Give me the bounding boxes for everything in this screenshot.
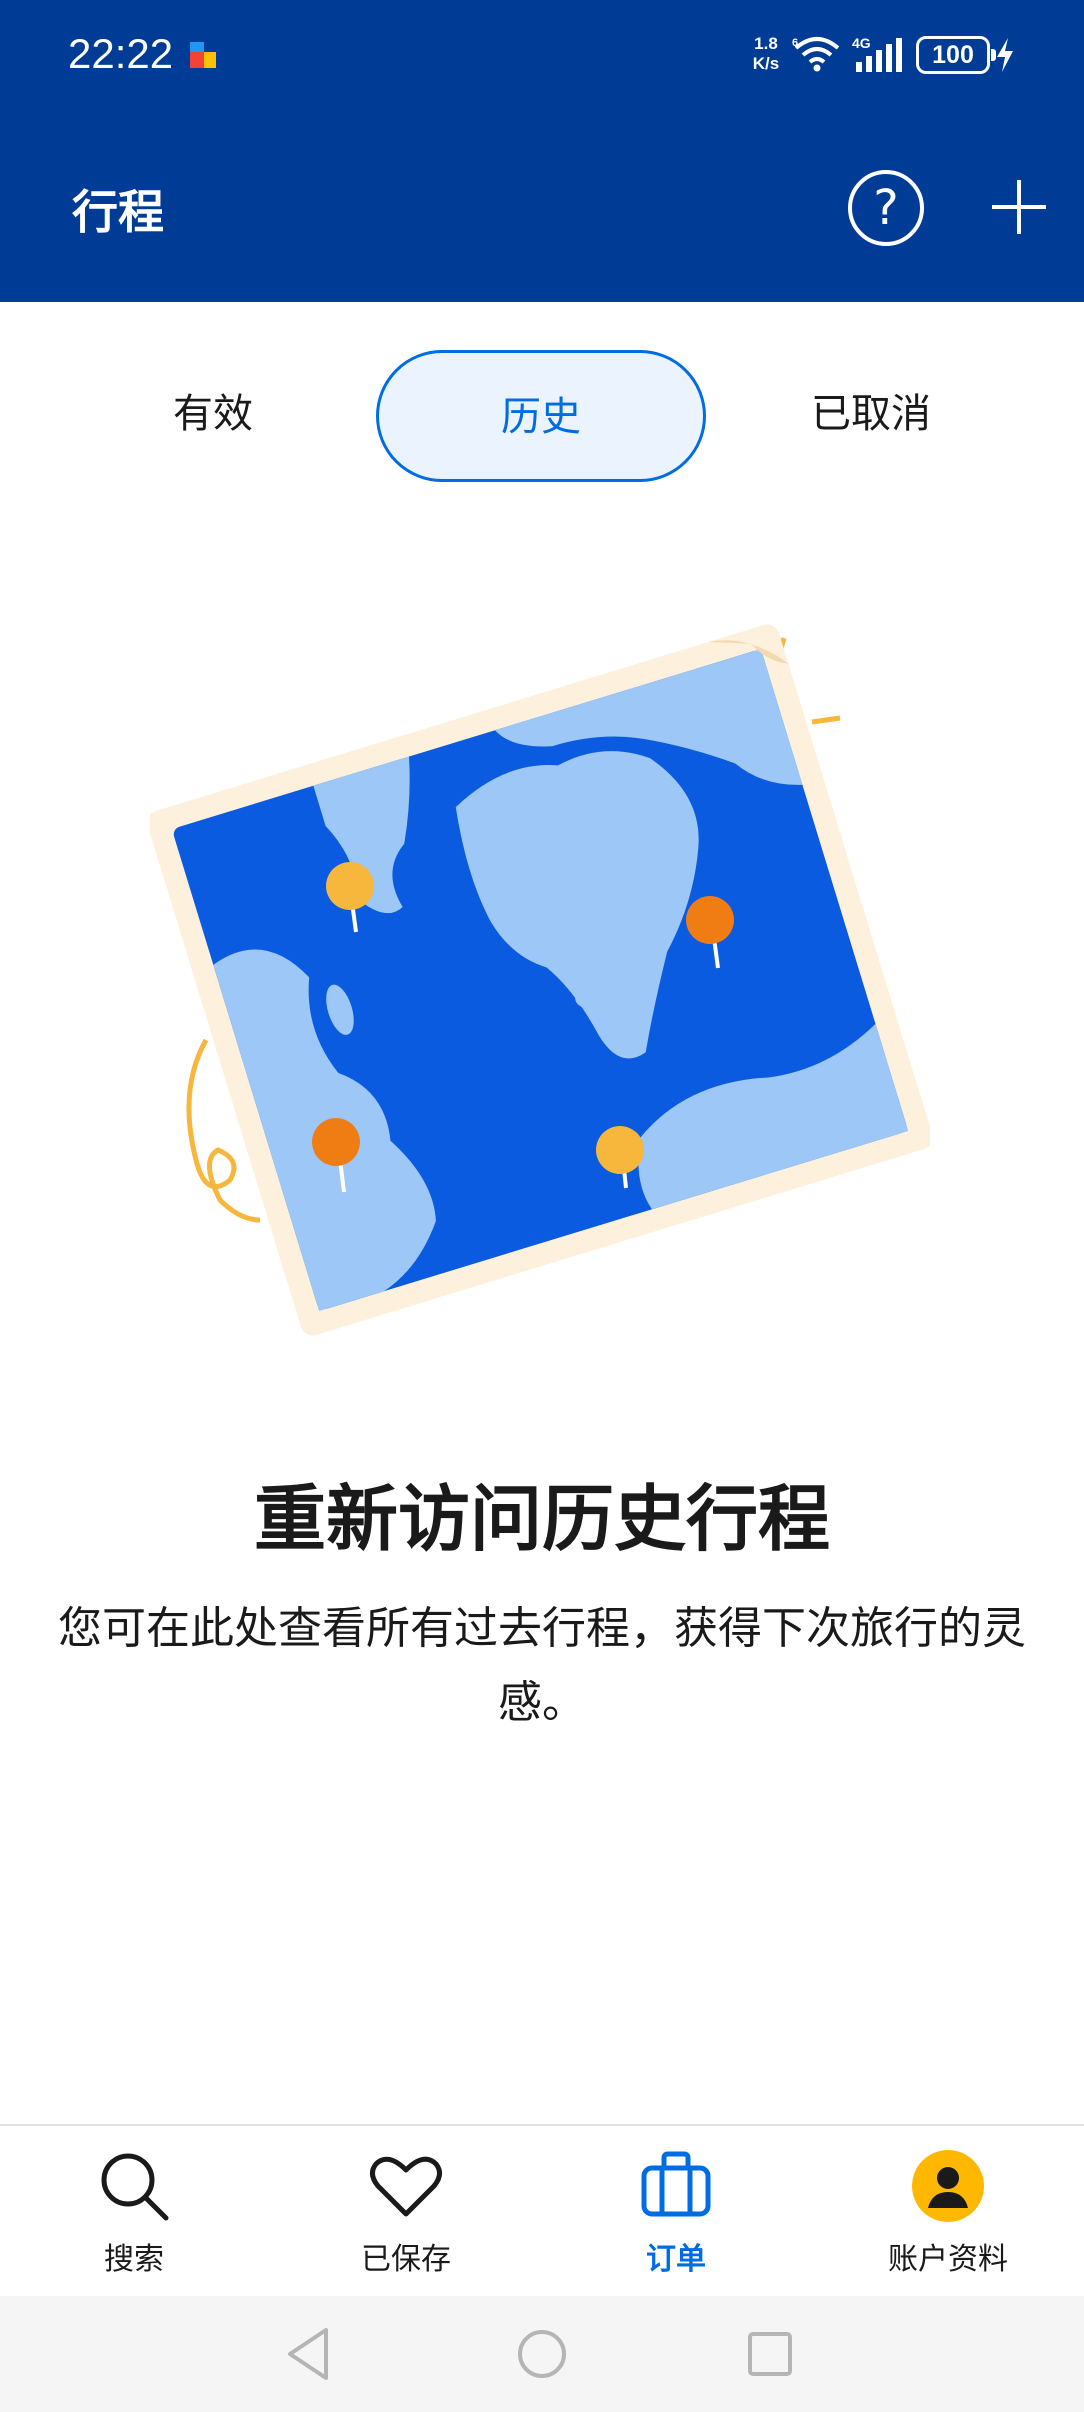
user-icon xyxy=(928,2167,968,2208)
charging-bolt-icon xyxy=(997,38,1013,72)
cellular-signal-icon: 4G xyxy=(852,35,902,72)
app-notification-icon xyxy=(190,42,216,68)
suitcase-icon xyxy=(641,2151,711,2217)
back-icon[interactable] xyxy=(278,2322,342,2386)
network-speed: 1.8 K/s xyxy=(746,34,786,74)
world-map-illustration xyxy=(150,624,930,1336)
nav-label-saved: 已保存 xyxy=(361,2242,451,2277)
status-time: 22:22 xyxy=(68,30,174,77)
help-button[interactable]: ? xyxy=(848,170,924,246)
trip-tabs: 有效 历史 已取消 xyxy=(0,350,1084,482)
network-speed-unit: K/s xyxy=(752,54,780,73)
spark-decoration xyxy=(811,715,841,725)
empty-state-title: 重新访问历史行程 xyxy=(253,1477,830,1561)
home-icon[interactable] xyxy=(510,2322,574,2386)
page-title: 行程 xyxy=(72,185,164,239)
app-header: 22:22 1.8 K/s 6 4G 100 行程 ? xyxy=(0,0,1084,302)
network-speed-value: 1.8 xyxy=(754,34,778,53)
bottom-navigation: 搜索 已保存 订单 账户资料 xyxy=(0,2124,1084,2296)
nav-label-bookings: 订单 xyxy=(646,2242,706,2277)
tab-cancelled-trips[interactable]: 已取消 xyxy=(706,350,1036,482)
nav-label-account: 账户资料 xyxy=(888,2242,1008,2277)
add-icon[interactable] xyxy=(988,176,1050,238)
nav-item-bookings[interactable]: 订单 xyxy=(556,2126,796,2298)
nav-item-account[interactable]: 账户资料 xyxy=(828,2126,1068,2298)
heart-icon xyxy=(370,2156,442,2217)
avatar xyxy=(912,2150,984,2222)
search-icon xyxy=(101,2153,169,2221)
tab-past-trips[interactable]: 历史 xyxy=(376,350,706,482)
empty-state-description: 您可在此处查看所有过去行程，获得下次旅行的灵感。 xyxy=(58,1603,1026,1728)
wifi-icon: 6 xyxy=(792,37,840,72)
recents-icon[interactable] xyxy=(738,2322,802,2386)
nav-item-saved[interactable]: 已保存 xyxy=(286,2126,526,2298)
svg-text:4G: 4G xyxy=(852,35,871,51)
svg-text:6: 6 xyxy=(792,37,798,49)
nav-label-search: 搜索 xyxy=(104,2242,164,2277)
battery-indicator: 100 xyxy=(916,36,996,74)
nav-item-search[interactable]: 搜索 xyxy=(14,2126,254,2298)
system-navigation-bar xyxy=(0,2296,1084,2412)
tab-active-trips[interactable]: 有效 xyxy=(48,350,378,482)
status-bar: 22:22 1.8 K/s 6 4G 100 xyxy=(0,0,1084,110)
